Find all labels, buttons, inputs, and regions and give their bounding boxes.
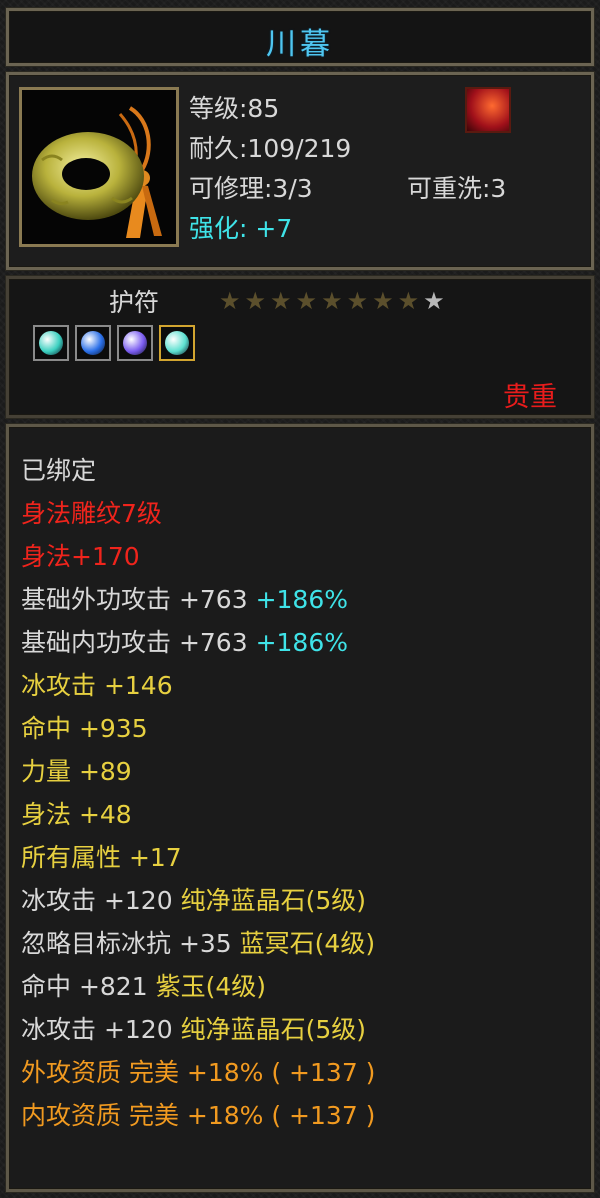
attribute-text: 力量 +89 [21, 757, 132, 786]
attribute-text: +186% [255, 628, 348, 657]
attribute-text: 冰攻击 +120 [21, 1015, 181, 1044]
attribute-row: 忽略目标冰抗 +35 蓝冥石(4级) [21, 922, 375, 965]
star-icon: ★ [219, 287, 241, 315]
attribute-row: 内攻资质 完美 +18% ( +137 ) [21, 1094, 375, 1137]
attribute-text: 身法 +48 [21, 800, 132, 829]
star-icon: ★ [244, 287, 267, 315]
item-type-label: 护符 [109, 288, 160, 317]
rewash-label: 可重洗:3 [407, 174, 507, 203]
attribute-row: 力量 +89 [21, 750, 375, 793]
item-tooltip: 川暮 等级:85 耐久:109/219 可修理:3/3 可重洗:3 强化: +7… [0, 0, 600, 1198]
type-panel: 护符 ★ ★ ★ ★ ★ ★ ★ ★ ★ 贵重 [5, 275, 595, 419]
gem-socket[interactable] [75, 325, 111, 361]
item-name: 川暮 [266, 27, 334, 62]
star-icon: ★ [423, 287, 445, 315]
attribute-text: 忽略目标冰抗 +35 [21, 929, 240, 958]
attribute-row: 冰攻击 +146 [21, 664, 375, 707]
star-icon: ★ [372, 287, 394, 315]
attribute-text: 纯净蓝晶石(5级) [180, 1015, 366, 1044]
attribute-text: 身法雕纹7级 [21, 499, 162, 528]
attribute-text: 已绑定 [21, 456, 97, 485]
enhance-value: +7 [255, 214, 293, 243]
attribute-text: +186% [255, 585, 348, 614]
star-icon: ★ [295, 287, 318, 315]
attribute-text: 冰攻击 +120 [21, 886, 181, 915]
attribute-text: 命中 +821 [21, 972, 156, 1001]
phoenix-skill-icon [465, 87, 511, 133]
attribute-text: 蓝冥石(4级) [239, 929, 376, 958]
star-icon: ★ [321, 287, 343, 315]
attribute-row: 已绑定 [21, 449, 375, 492]
attributes-panel: 已绑定 身法雕纹7级 身法+170 基础外功攻击 +763 +186% 基础内功攻击 +… [5, 423, 595, 1193]
gem-sockets [33, 325, 195, 361]
gem-socket[interactable] [159, 325, 195, 361]
attribute-text: 身法+170 [21, 542, 140, 571]
attribute-text: 紫玉(4级) [155, 972, 266, 1001]
rarity-label: 贵重 [503, 382, 557, 413]
attribute-row: 冰攻击 +120 纯净蓝晶石(5级) [21, 1008, 375, 1051]
blue-gem-icon [81, 331, 105, 355]
enhance-line: 强化: +7 [189, 209, 292, 245]
star-icon: ★ [397, 287, 420, 315]
attribute-row: 命中 +935 [21, 707, 375, 750]
teal-gem-icon [165, 331, 189, 355]
gem-socket[interactable] [117, 325, 153, 361]
amulet-icon [22, 90, 176, 244]
teal-gem-icon [39, 331, 63, 355]
attribute-row: 外攻资质 完美 +18% ( +137 ) [21, 1051, 375, 1094]
attribute-text: 内攻资质 完美 +18% ( +137 ) [21, 1101, 376, 1130]
item-info-panel: 等级:85 耐久:109/219 可修理:3/3 可重洗:3 强化: +7 [5, 71, 595, 271]
level-label: 等级:85 [189, 94, 280, 123]
attribute-text: 冰攻击 +146 [21, 671, 173, 700]
attribute-text: 所有属性 +17 [21, 843, 182, 872]
gem-socket[interactable] [33, 325, 69, 361]
attribute-text: 纯净蓝晶石(5级) [180, 886, 366, 915]
star-icon: ★ [270, 287, 292, 315]
attribute-row: 命中 +821 紫玉(4级) [21, 965, 375, 1008]
enhance-label: 强化: [189, 214, 248, 243]
attribute-text: 命中 +935 [21, 714, 148, 743]
item-icon-frame [19, 87, 179, 247]
attribute-row: 基础内功攻击 +763 +186% [21, 621, 375, 664]
attribute-text: 外攻资质 完美 +18% ( +137 ) [21, 1058, 376, 1087]
attribute-row: 身法 +48 [21, 793, 375, 836]
attribute-row: 基础外功攻击 +763 +186% [21, 578, 375, 621]
durability-label: 耐久:109/219 [189, 134, 352, 163]
star-rating: ★ ★ ★ ★ ★ ★ ★ ★ ★ [219, 289, 445, 313]
star-icon: ★ [346, 287, 369, 315]
repair-label: 可修理:3/3 [189, 174, 313, 203]
purple-gem-icon [123, 331, 147, 355]
attribute-row: 身法+170 [21, 535, 375, 578]
title-bar: 川暮 [5, 7, 595, 67]
attribute-text: 基础外功攻击 +763 [21, 585, 256, 614]
attribute-row: 所有属性 +17 [21, 836, 375, 879]
attribute-list: 已绑定 身法雕纹7级 身法+170 基础外功攻击 +763 +186% 基础内功攻击 +… [21, 449, 375, 1137]
attribute-text: 基础内功攻击 +763 [21, 628, 256, 657]
attribute-row: 冰攻击 +120 纯净蓝晶石(5级) [21, 879, 375, 922]
attribute-row: 身法雕纹7级 [21, 492, 375, 535]
